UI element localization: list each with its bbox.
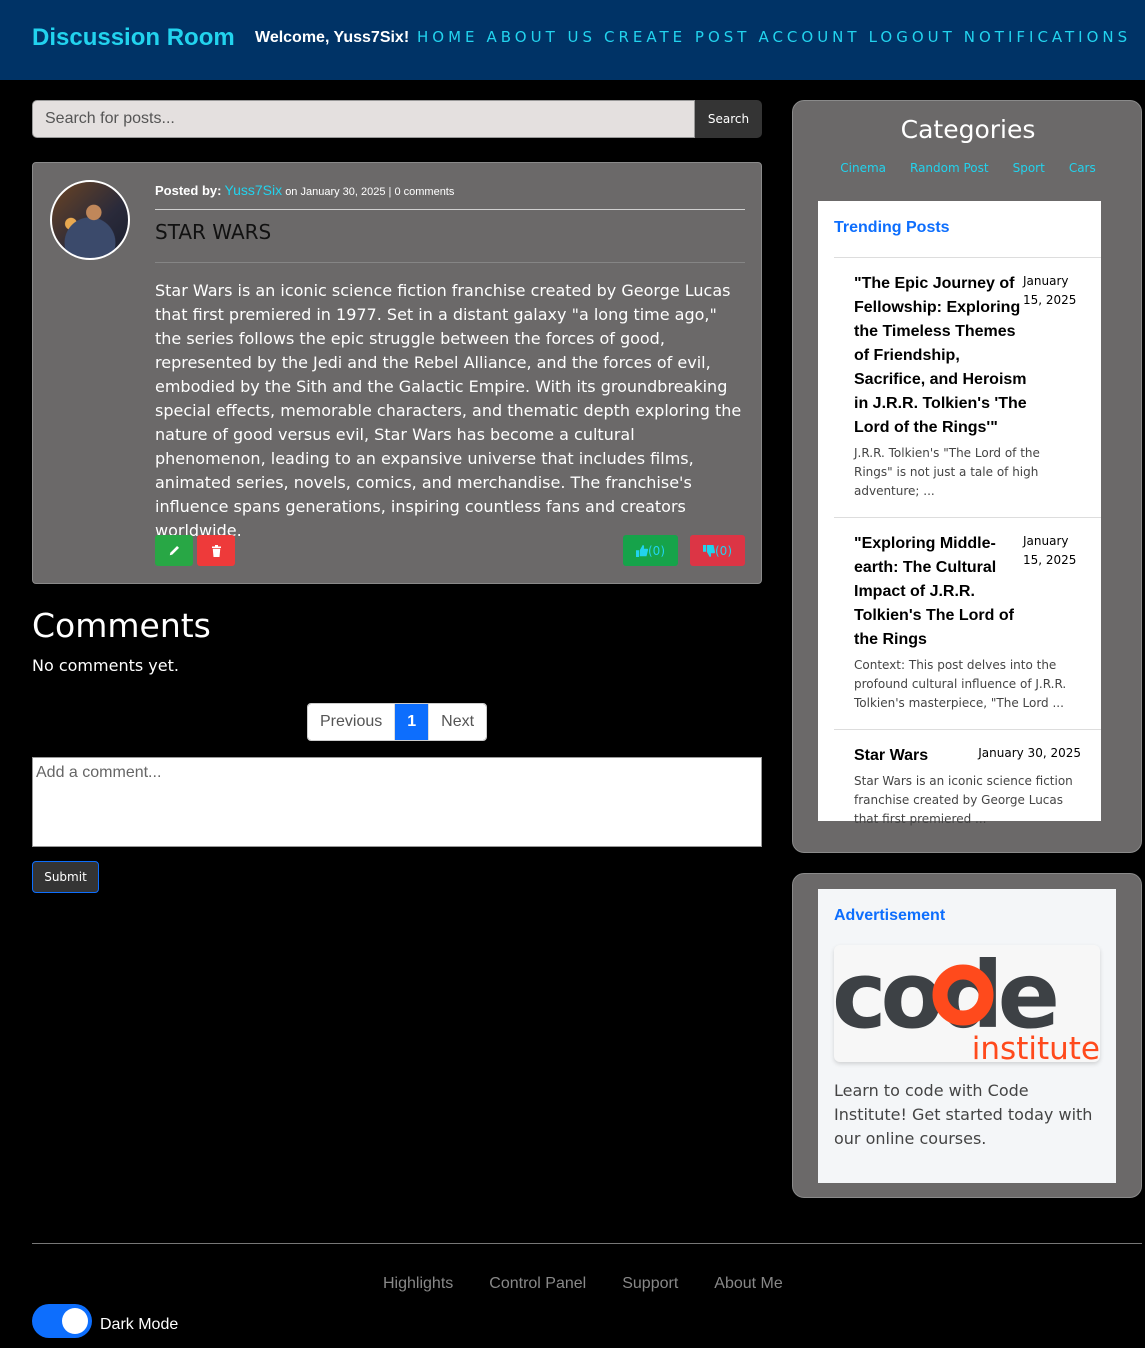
comment-input[interactable] [32, 757, 762, 847]
brand-logo[interactable]: Discussion Room [32, 24, 235, 52]
trending-posts-box: Trending Posts "The Epic Journey of Fell… [818, 201, 1101, 826]
nav-links: HOME ABOUT US CREATE POST ACCOUNT LOGOUT… [417, 28, 1139, 46]
welcome-text: Welcome, Yuss7Six! [255, 29, 410, 46]
nav-create-post[interactable]: CREATE POST [604, 28, 750, 46]
trending-item-date: January 15, 2025 [1023, 534, 1077, 567]
search-bar: Search [32, 100, 762, 138]
logo-sub: institute [972, 1031, 1100, 1062]
trending-item-date: January 30, 2025 [978, 746, 1081, 760]
footer-support[interactable]: Support [622, 1275, 678, 1293]
trending-heading: Trending Posts [834, 219, 950, 236]
pencil-icon [169, 545, 180, 555]
thumbs-up-icon [636, 544, 648, 557]
edit-button[interactable] [155, 535, 193, 566]
advertisement-heading: Advertisement [834, 907, 946, 924]
avatar [50, 180, 130, 260]
advertisement-panel: Advertisement code institute Learn to co… [792, 873, 1142, 1198]
dislike-button[interactable]: (0) [690, 535, 745, 566]
nav-notifications[interactable]: NOTIFICATIONS [964, 28, 1131, 46]
author-link[interactable]: Yuss7Six [225, 182, 283, 198]
posted-by-label: Posted by: [155, 183, 222, 198]
trending-item-date: January 15, 2025 [1023, 274, 1077, 307]
post-body: Star Wars is an iconic science fiction f… [155, 281, 742, 540]
trending-item-excerpt: Context: This post delves into the profo… [854, 658, 1067, 710]
footer-control-panel[interactable]: Control Panel [489, 1275, 586, 1293]
nav-about-us[interactable]: ABOUT US [487, 28, 597, 46]
no-comments-text: No comments yet. [32, 656, 179, 675]
dislike-count: (0) [715, 543, 732, 558]
advertisement-box: Advertisement code institute Learn to co… [818, 889, 1116, 1183]
trending-item-excerpt: Star Wars is an iconic science fiction f… [854, 774, 1073, 826]
search-button[interactable]: Search [695, 100, 762, 138]
categories-panel: Categories Cinema Random Post Sport Cars… [792, 100, 1142, 853]
advertisement-text: Learn to code with Code Institute! Get s… [834, 1081, 1093, 1148]
category-sport[interactable]: Sport [1013, 161, 1045, 175]
navbar: Discussion Room Welcome, Yuss7Six! HOME … [0, 0, 1145, 80]
thumbs-down-icon [703, 544, 715, 557]
pagination-next[interactable]: Next [429, 704, 487, 740]
post-meta: Posted by: Yuss7Six on January 30, 2025 … [155, 182, 745, 210]
search-input[interactable] [32, 100, 695, 138]
toggle-knob [62, 1308, 88, 1334]
categories-heading: Categories [900, 115, 1036, 144]
nav-logout[interactable]: LOGOUT [869, 28, 956, 46]
footer-links: Highlights Control Panel Support About M… [383, 1275, 783, 1293]
pagination-previous[interactable]: Previous [308, 704, 396, 740]
trending-item-title[interactable]: "Exploring Middle-earth: The Cultural Im… [854, 532, 1032, 652]
footer-about-me[interactable]: About Me [714, 1275, 782, 1293]
like-count: (0) [648, 543, 665, 558]
submit-comment-button[interactable]: Submit [32, 861, 99, 893]
footer-highlights[interactable]: Highlights [383, 1275, 453, 1293]
dark-mode-toggle[interactable] [32, 1304, 92, 1338]
trending-item[interactable]: Star Wars January 30, 2025 Star Wars is … [834, 730, 1101, 845]
trending-item[interactable]: "The Epic Journey of Fellowship: Explori… [834, 258, 1101, 518]
dark-mode-label: Dark Mode [100, 1316, 179, 1333]
post-meta-details: on January 30, 2025 | 0 comments [285, 186, 455, 198]
comments-heading: Comments [32, 606, 211, 645]
nav-home[interactable]: HOME [417, 28, 479, 46]
trending-item-title[interactable]: "The Epic Journey of Fellowship: Explori… [854, 272, 1032, 440]
category-random-post[interactable]: Random Post [910, 161, 989, 175]
code-institute-logo[interactable]: code institute [834, 945, 1100, 1062]
category-cinema[interactable]: Cinema [840, 161, 886, 175]
like-button[interactable]: (0) [623, 535, 678, 566]
pagination: Previous 1 Next [307, 703, 488, 741]
post-card: Posted by: Yuss7Six on January 30, 2025 … [32, 162, 762, 584]
category-cars[interactable]: Cars [1069, 161, 1096, 175]
footer-divider [32, 1243, 1142, 1244]
category-links: Cinema Random Post Sport Cars [793, 161, 1143, 175]
trash-icon [211, 544, 221, 557]
pagination-page-1[interactable]: 1 [395, 704, 430, 740]
post-title: STAR WARS [155, 220, 745, 263]
trending-item[interactable]: "Exploring Middle-earth: The Cultural Im… [834, 518, 1101, 730]
nav-account[interactable]: ACCOUNT [758, 28, 860, 46]
delete-button[interactable] [197, 535, 235, 566]
trending-list: "The Epic Journey of Fellowship: Explori… [834, 257, 1101, 845]
code-institute-logo-graphic: code institute [834, 945, 1100, 1062]
trending-item-excerpt: J.R.R. Tolkien's "The Lord of the Rings"… [854, 446, 1040, 498]
